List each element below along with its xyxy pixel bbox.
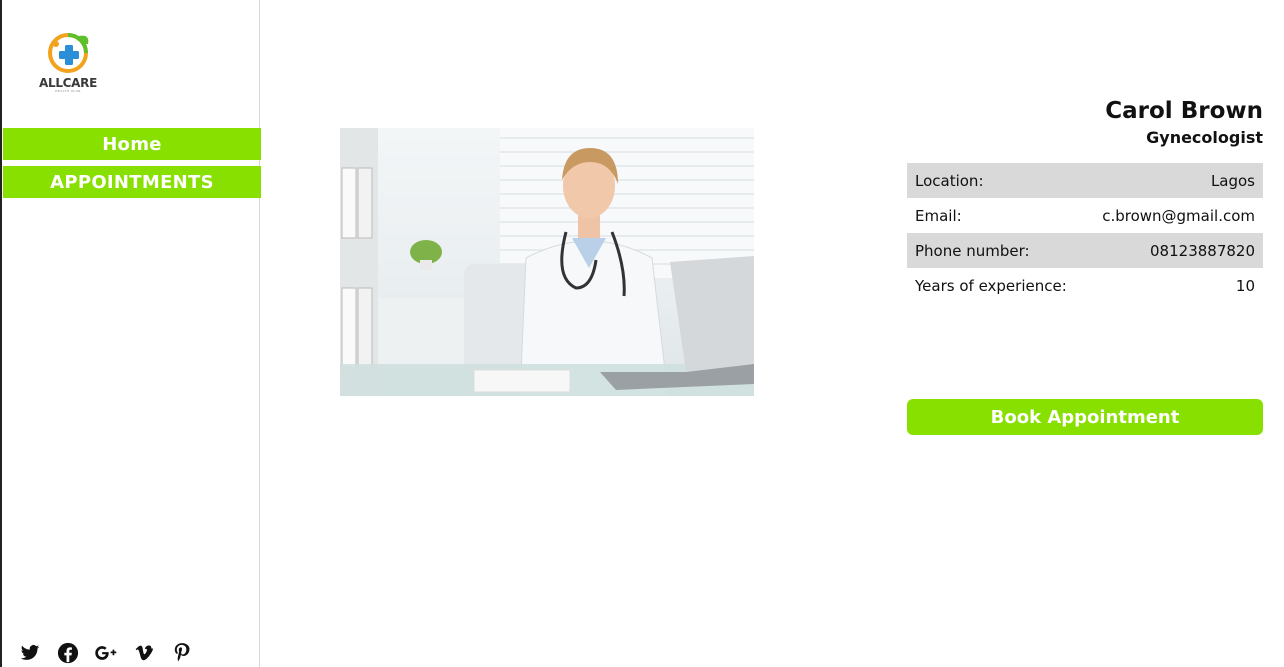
detail-row-phone: Phone number: 08123887820 [907,233,1263,268]
detail-label: Email: [915,206,962,225]
detail-value: 10 [1235,276,1255,295]
detail-value: c.brown@gmail.com [1102,206,1255,225]
detail-label: Phone number: [915,241,1030,260]
brand-name: ALLCARE [38,76,97,90]
pinterest-icon[interactable] [170,641,194,665]
detail-label: Years of experience: [915,276,1067,295]
nav-appointments-button[interactable]: APPOINTMENTS [3,166,261,198]
detail-label: Location: [915,171,984,190]
doctor-photo [340,128,754,396]
detail-row-location: Location: Lagos [907,163,1263,198]
sidebar: ALLCARE HEALTH PLAN Home APPOINTMENTS [0,0,261,667]
book-appointment-button[interactable]: Book Appointment [907,399,1263,435]
medical-cross-leaf-icon [48,33,89,73]
facebook-icon[interactable] [56,641,80,665]
brand-logo[interactable]: ALLCARE HEALTH PLAN [38,32,98,94]
detail-row-experience: Years of experience: 10 [907,268,1263,303]
twitter-icon[interactable] [18,641,42,665]
detail-value: Lagos [1210,171,1255,190]
google-plus-icon[interactable] [94,641,118,665]
detail-row-email: Email: c.brown@gmail.com [907,198,1263,233]
social-links [18,641,194,665]
doctor-name: Carol Brown [1105,98,1263,124]
vimeo-icon[interactable] [132,641,156,665]
brand-tagline: HEALTH PLAN [55,89,81,93]
doctor-specialty: Gynecologist [1146,128,1263,147]
doctor-details-table: Location: Lagos Email: c.brown@gmail.com… [907,163,1263,303]
detail-value: 08123887820 [1150,241,1255,260]
nav-home-button[interactable]: Home [3,128,261,160]
